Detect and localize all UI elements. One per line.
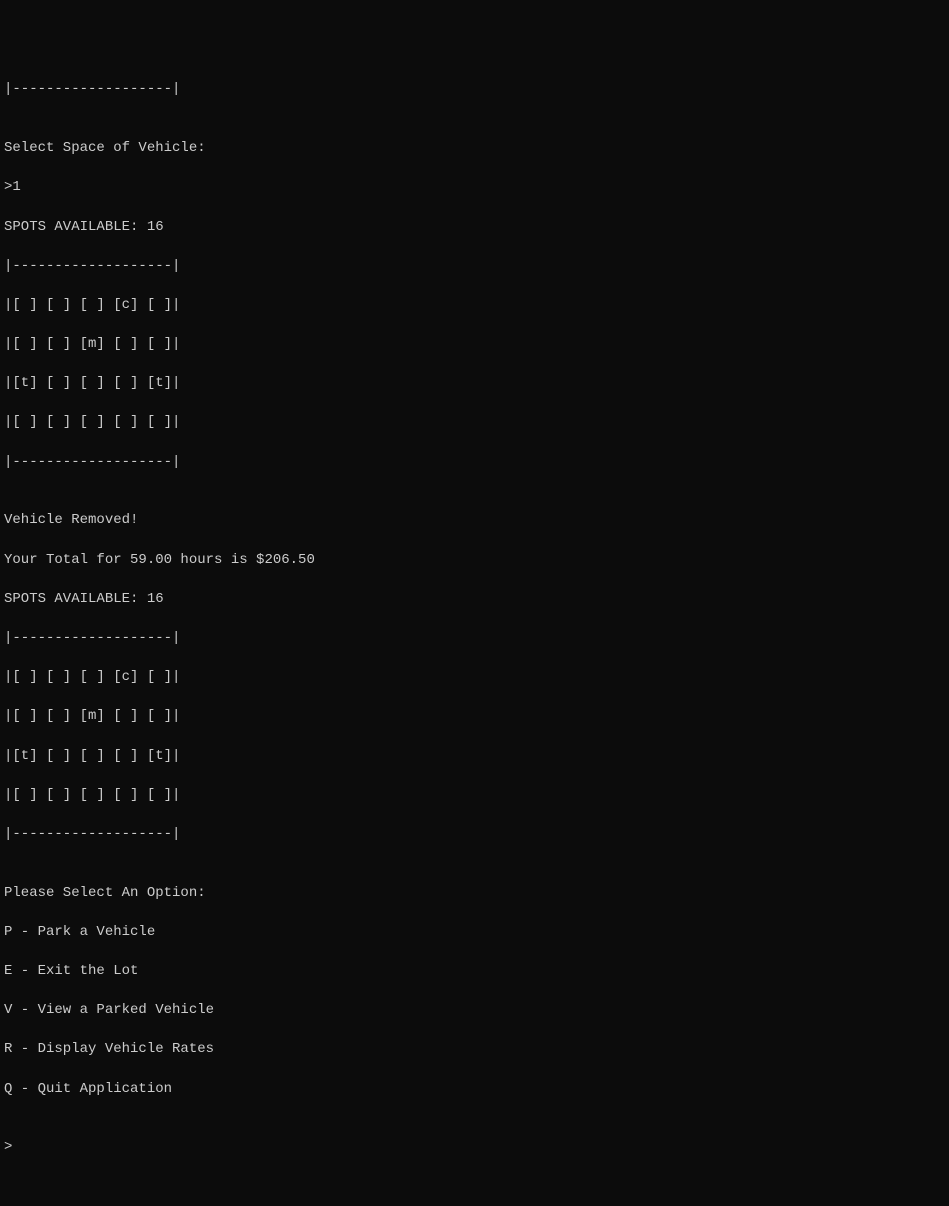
lot1-row-1: |[ ] [ ] [ ] [c] [ ]|	[4, 296, 945, 316]
menu-option-quit: Q - Quit Application	[4, 1080, 945, 1100]
lot2-border-top: |-------------------|	[4, 629, 945, 649]
lot1-row-3: |[t] [ ] [ ] [ ] [t]|	[4, 374, 945, 394]
select-space-prompt: Select Space of Vehicle:	[4, 139, 945, 159]
spots-available-1: SPOTS AVAILABLE: 16	[4, 218, 945, 238]
divider-line: |-------------------|	[4, 80, 945, 100]
lot1-border-top: |-------------------|	[4, 257, 945, 277]
lot1-row-4: |[ ] [ ] [ ] [ ] [ ]|	[4, 413, 945, 433]
lot2-row-4: |[ ] [ ] [ ] [ ] [ ]|	[4, 786, 945, 806]
menu-option-park: P - Park a Vehicle	[4, 923, 945, 943]
vehicle-removed-msg: Vehicle Removed!	[4, 511, 945, 531]
lot1-border-bottom: |-------------------|	[4, 453, 945, 473]
menu-option-view: V - View a Parked Vehicle	[4, 1001, 945, 1021]
lot2-border-bottom: |-------------------|	[4, 825, 945, 845]
menu-header: Please Select An Option:	[4, 884, 945, 904]
menu-option-rates: R - Display Vehicle Rates	[4, 1040, 945, 1060]
lot2-row-2: |[ ] [ ] [m] [ ] [ ]|	[4, 707, 945, 727]
input-prompt[interactable]: >	[4, 1138, 945, 1158]
lot2-row-1: |[ ] [ ] [ ] [c] [ ]|	[4, 668, 945, 688]
lot1-row-2: |[ ] [ ] [m] [ ] [ ]|	[4, 335, 945, 355]
total-msg: Your Total for 59.00 hours is $206.50	[4, 551, 945, 571]
lot2-row-3: |[t] [ ] [ ] [ ] [t]|	[4, 747, 945, 767]
spots-available-2: SPOTS AVAILABLE: 16	[4, 590, 945, 610]
user-input-1: >1	[4, 178, 945, 198]
menu-option-exit: E - Exit the Lot	[4, 962, 945, 982]
